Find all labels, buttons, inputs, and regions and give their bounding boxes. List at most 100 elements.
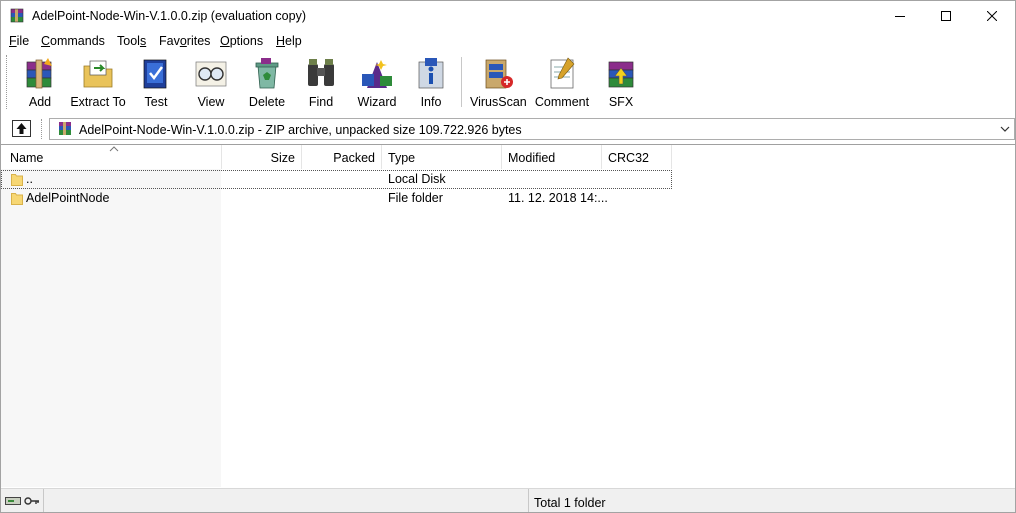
find-label: Find	[308, 95, 334, 109]
menu-commands-accel: C	[41, 34, 51, 48]
virusscan-button[interactable]: VirusScan	[470, 53, 527, 111]
maximize-button[interactable]	[923, 1, 969, 31]
extract-to-button[interactable]: Extract To	[69, 53, 127, 111]
up-one-level-icon[interactable]	[12, 120, 31, 137]
menu-favorites-pre: Fav	[159, 34, 180, 48]
menu-file-rest: ile	[16, 34, 30, 48]
menu-options-accel: O	[220, 34, 230, 48]
maximize-icon	[941, 11, 951, 21]
extract-folder-icon	[83, 60, 113, 88]
view-glasses-icon	[195, 61, 227, 87]
menu-tools-accel: s	[139, 34, 147, 48]
find-button[interactable]: Find	[297, 53, 345, 111]
column-header-crc32-label: CRC32	[608, 151, 649, 165]
menu-commands[interactable]: Commands	[41, 34, 105, 48]
delete-bin-icon	[255, 58, 279, 89]
chevron-down-icon[interactable]	[1000, 125, 1010, 133]
status-divider	[528, 489, 529, 512]
address-row: AdelPoint-Node-Win-V.1.0.0.zip - ZIP arc…	[1, 115, 1015, 143]
menu-help-rest: elp	[285, 34, 302, 48]
file-list[interactable]: Name Size Packed Type Modified CRC32 .. …	[1, 145, 1015, 487]
key-icon[interactable]	[24, 496, 40, 506]
view-button[interactable]: View	[185, 53, 237, 111]
column-header-name-label: Name	[10, 151, 44, 165]
view-label: View	[197, 95, 225, 109]
minimize-icon	[895, 16, 905, 17]
close-icon	[987, 11, 997, 21]
menu-file[interactable]: File	[9, 34, 29, 48]
menu-help-accel: H	[276, 34, 286, 48]
menu-tools-pre: Tool	[117, 34, 140, 48]
column-header-modified[interactable]: Modified	[502, 145, 602, 169]
sfx-icon	[608, 61, 634, 88]
add-label: Add	[28, 95, 52, 109]
menu-file-accel: F	[9, 34, 17, 48]
column-header-type[interactable]: Type	[382, 145, 502, 169]
address-combobox[interactable]: AdelPoint-Node-Win-V.1.0.0.zip - ZIP arc…	[49, 118, 1015, 140]
virusscan-label: VirusScan	[470, 95, 527, 109]
file-row-parent[interactable]: .. Local Disk	[1, 170, 672, 189]
menu-options-rest: ptions	[229, 34, 264, 48]
menu-favorites[interactable]: Favorites	[159, 34, 210, 48]
comment-label: Comment	[534, 95, 590, 109]
sort-ascending-icon	[109, 146, 119, 152]
status-text: Total 1 folder	[534, 496, 606, 510]
add-button[interactable]: Add	[13, 53, 67, 111]
column-header-crc32[interactable]: CRC32	[602, 145, 672, 169]
delete-button[interactable]: Delete	[241, 53, 293, 111]
status-icons-panel	[1, 489, 44, 512]
menu-tools[interactable]: Tools	[117, 34, 146, 48]
info-icon	[418, 58, 444, 89]
file-name: AdelPointNode	[26, 191, 110, 205]
column-header-size-label: Size	[270, 151, 295, 165]
name-column-background	[1, 169, 221, 487]
sfx-button[interactable]: SFX	[599, 53, 643, 111]
window-title: AdelPoint-Node-Win-V.1.0.0.zip (evaluati…	[32, 9, 306, 23]
add-archive-icon	[26, 58, 52, 89]
column-header-type-label: Type	[388, 151, 416, 165]
wizard-label: Wizard	[357, 95, 397, 109]
wizard-icon	[362, 60, 392, 88]
file-modified: 11. 12. 2018 14:...	[508, 191, 608, 205]
column-header-packed[interactable]: Packed	[302, 145, 382, 169]
test-button[interactable]: Test	[131, 53, 181, 111]
drive-icon[interactable]	[5, 496, 21, 506]
test-label: Test	[144, 95, 168, 109]
toolbar: Add Extract To Test View Delete Find Wiz…	[1, 51, 1015, 115]
virusscan-icon	[485, 59, 513, 89]
column-header-name[interactable]: Name	[1, 145, 222, 169]
extract-to-label: Extract To	[70, 95, 126, 109]
menu-options[interactable]: Options	[220, 34, 263, 48]
menu-bar: File Commands Tools Favorites Options He…	[1, 32, 1015, 51]
address-grip[interactable]	[41, 119, 45, 139]
folder-icon	[11, 193, 23, 205]
file-row-adelpointnode[interactable]: AdelPointNode File folder 11. 12. 2018 1…	[1, 189, 672, 208]
menu-favorites-accel: o	[179, 34, 187, 48]
column-header-packed-label: Packed	[333, 151, 375, 165]
file-name: ..	[26, 172, 33, 186]
sfx-label: SFX	[608, 95, 634, 109]
find-binoculars-icon	[308, 59, 334, 86]
info-button[interactable]: Info	[409, 53, 453, 111]
title-bar[interactable]: AdelPoint-Node-Win-V.1.0.0.zip (evaluati…	[1, 1, 1015, 31]
menu-favorites-rest: rites	[186, 34, 211, 48]
column-header-size[interactable]: Size	[222, 145, 302, 169]
minimize-button[interactable]	[877, 1, 923, 31]
toolbar-grip[interactable]	[6, 55, 10, 109]
test-icon	[143, 59, 167, 89]
close-button[interactable]	[969, 1, 1015, 31]
file-type: Local Disk	[388, 172, 446, 186]
comment-notepad-icon	[550, 57, 575, 89]
winrar-app-icon[interactable]	[9, 8, 25, 24]
address-text: AdelPoint-Node-Win-V.1.0.0.zip - ZIP arc…	[79, 123, 522, 137]
column-header-modified-label: Modified	[508, 151, 556, 165]
menu-help[interactable]: Help	[276, 34, 302, 48]
comment-button[interactable]: Comment	[532, 53, 592, 111]
status-bar: Total 1 folder	[1, 488, 1015, 512]
folder-icon	[11, 174, 23, 186]
file-type: File folder	[388, 191, 443, 205]
delete-label: Delete	[248, 95, 286, 109]
winrar-window: AdelPoint-Node-Win-V.1.0.0.zip (evaluati…	[0, 0, 1016, 513]
info-label: Info	[420, 95, 442, 109]
wizard-button[interactable]: Wizard	[351, 53, 403, 111]
